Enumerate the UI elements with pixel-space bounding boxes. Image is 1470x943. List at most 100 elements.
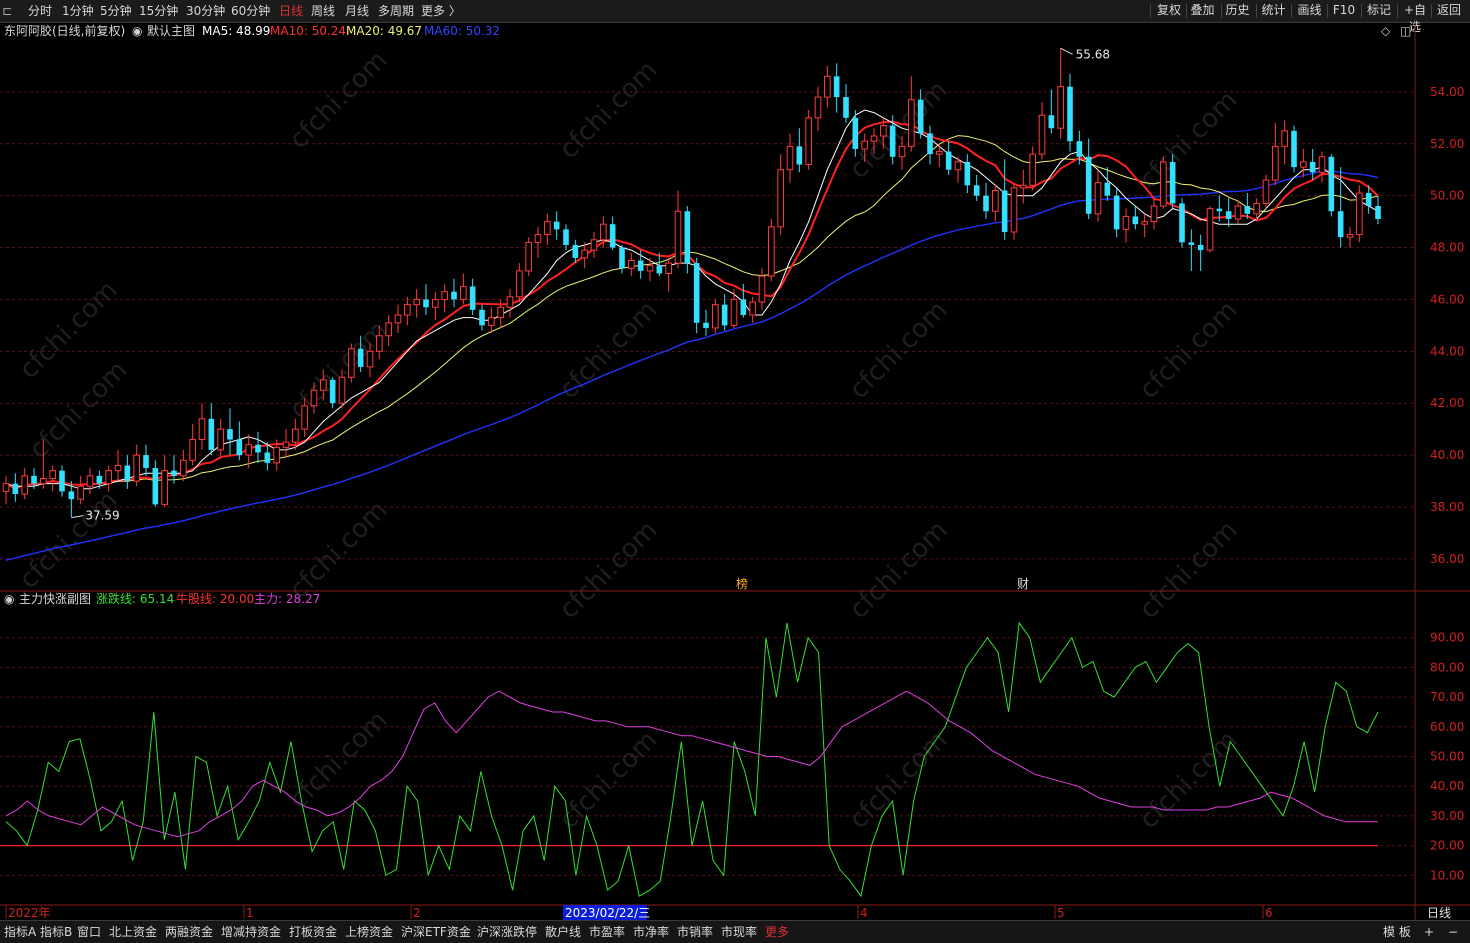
- chart-canvas[interactable]: cfchi.com cfchi.com cfchi.com cfchi.com cfch…: [0, 0, 1470, 942]
- bottom-tab[interactable]: 上榜资金: [345, 923, 393, 941]
- candlestick[interactable]: [1206, 206, 1214, 253]
- candlestick[interactable]: [927, 125, 933, 165]
- candlestick[interactable]: [161, 455, 168, 507]
- candlestick[interactable]: [590, 231, 598, 258]
- candlestick[interactable]: [1188, 229, 1195, 271]
- bottom-tab[interactable]: 市现率: [721, 923, 757, 941]
- candlestick[interactable]: [59, 465, 65, 497]
- candlestick[interactable]: [609, 216, 616, 251]
- candlestick[interactable]: [329, 377, 336, 409]
- bottom-tab[interactable]: 沪深ETF资金: [401, 923, 471, 941]
- candlestick[interactable]: [1328, 154, 1335, 217]
- bottom-tab[interactable]: 增减持资金: [221, 923, 281, 941]
- bottom-tab[interactable]: 沪深涨跌停: [477, 923, 537, 941]
- candlestick[interactable]: [1160, 156, 1167, 209]
- candlestick[interactable]: [1262, 174, 1270, 209]
- candlestick[interactable]: [2, 475, 10, 505]
- candlestick[interactable]: [1281, 120, 1288, 165]
- candlestick[interactable]: [105, 465, 112, 492]
- candlestick[interactable]: [488, 307, 495, 334]
- bottom-tab[interactable]: 更多: [765, 923, 789, 941]
- candlestick[interactable]: [992, 185, 999, 222]
- bottom-tab[interactable]: 指标A: [4, 923, 36, 941]
- candlestick[interactable]: [1150, 198, 1158, 230]
- candlestick[interactable]: [1029, 146, 1036, 191]
- candlestick[interactable]: [1318, 151, 1326, 183]
- bottom-right-button[interactable]: −: [1448, 923, 1458, 941]
- candlestick[interactable]: [441, 283, 448, 313]
- candlestick[interactable]: [451, 278, 457, 308]
- candlestick[interactable]: [460, 273, 467, 305]
- candlestick[interactable]: [1141, 213, 1148, 238]
- candlestick[interactable]: [628, 252, 635, 277]
- candlestick[interactable]: [1179, 198, 1185, 248]
- candlestick[interactable]: [1169, 154, 1176, 209]
- candlestick[interactable]: [553, 211, 560, 240]
- candlestick[interactable]: [180, 449, 187, 482]
- candlestick[interactable]: [1234, 200, 1242, 225]
- candlestick[interactable]: [1010, 182, 1018, 240]
- candlestick[interactable]: [525, 237, 532, 277]
- candlestick[interactable]: [77, 475, 84, 505]
- candlestick[interactable]: [786, 133, 794, 183]
- bottom-tab[interactable]: 市盈率: [589, 923, 625, 941]
- candlestick[interactable]: [1057, 47, 1064, 139]
- candlestick[interactable]: [703, 309, 709, 336]
- candlestick[interactable]: [217, 418, 224, 458]
- candlestick[interactable]: [805, 110, 812, 170]
- candlestick[interactable]: [572, 239, 579, 264]
- bottom-tab[interactable]: 市销率: [677, 923, 713, 941]
- candlestick[interactable]: [1085, 138, 1092, 220]
- bottom-tab[interactable]: 市净率: [633, 923, 669, 941]
- bottom-right-button[interactable]: +: [1424, 923, 1434, 941]
- candlestick[interactable]: [544, 213, 551, 245]
- candlestick[interactable]: [749, 296, 756, 323]
- candlestick[interactable]: [506, 289, 514, 318]
- candlestick[interactable]: [227, 408, 233, 456]
- candlestick[interactable]: [936, 143, 943, 168]
- event-tag[interactable]: 榜: [736, 576, 748, 591]
- candlestick[interactable]: [619, 244, 625, 274]
- candlestick[interactable]: [908, 76, 915, 152]
- bottom-tab[interactable]: 散户线: [545, 923, 581, 941]
- candlestick[interactable]: [404, 296, 411, 326]
- candlestick[interactable]: [198, 403, 206, 450]
- candlestick[interactable]: [730, 289, 738, 328]
- candlestick[interactable]: [1309, 148, 1316, 181]
- candlestick[interactable]: [208, 403, 215, 456]
- candlestick[interactable]: [1122, 208, 1130, 243]
- candlestick[interactable]: [282, 429, 290, 458]
- candlestick[interactable]: [143, 444, 149, 476]
- candlestick[interactable]: [796, 128, 803, 173]
- candlestick[interactable]: [843, 84, 849, 124]
- candlestick[interactable]: [12, 473, 19, 502]
- candlestick[interactable]: [469, 278, 476, 315]
- candlestick[interactable]: [49, 465, 56, 492]
- candlestick[interactable]: [1375, 195, 1381, 225]
- candlestick[interactable]: [1346, 226, 1354, 248]
- bottom-right-button[interactable]: 模 板: [1383, 923, 1411, 941]
- candlestick[interactable]: [1001, 159, 1008, 240]
- candlestick[interactable]: [1291, 125, 1297, 173]
- candlestick[interactable]: [758, 268, 766, 310]
- bottom-tab[interactable]: 指标B: [40, 923, 72, 941]
- candlestick[interactable]: [1048, 89, 1055, 134]
- candlestick[interactable]: [114, 449, 122, 482]
- candlestick[interactable]: [86, 468, 94, 495]
- candlestick[interactable]: [413, 289, 420, 318]
- candlestick[interactable]: [768, 219, 775, 282]
- candlestick[interactable]: [983, 182, 989, 220]
- candlestick[interactable]: [124, 455, 131, 489]
- candlestick[interactable]: [814, 86, 822, 131]
- bottom-tab[interactable]: 两融资金: [165, 923, 213, 941]
- candlestick[interactable]: [1020, 169, 1027, 204]
- bottom-tab[interactable]: 窗口: [77, 923, 101, 941]
- candlestick[interactable]: [516, 263, 523, 303]
- candlestick[interactable]: [21, 468, 28, 500]
- candlestick[interactable]: [479, 304, 485, 331]
- candlestick[interactable]: [348, 343, 355, 383]
- candlestick[interactable]: [581, 242, 588, 269]
- candlestick[interactable]: [236, 421, 243, 461]
- candlestick[interactable]: [833, 63, 840, 113]
- candlestick[interactable]: [255, 431, 261, 463]
